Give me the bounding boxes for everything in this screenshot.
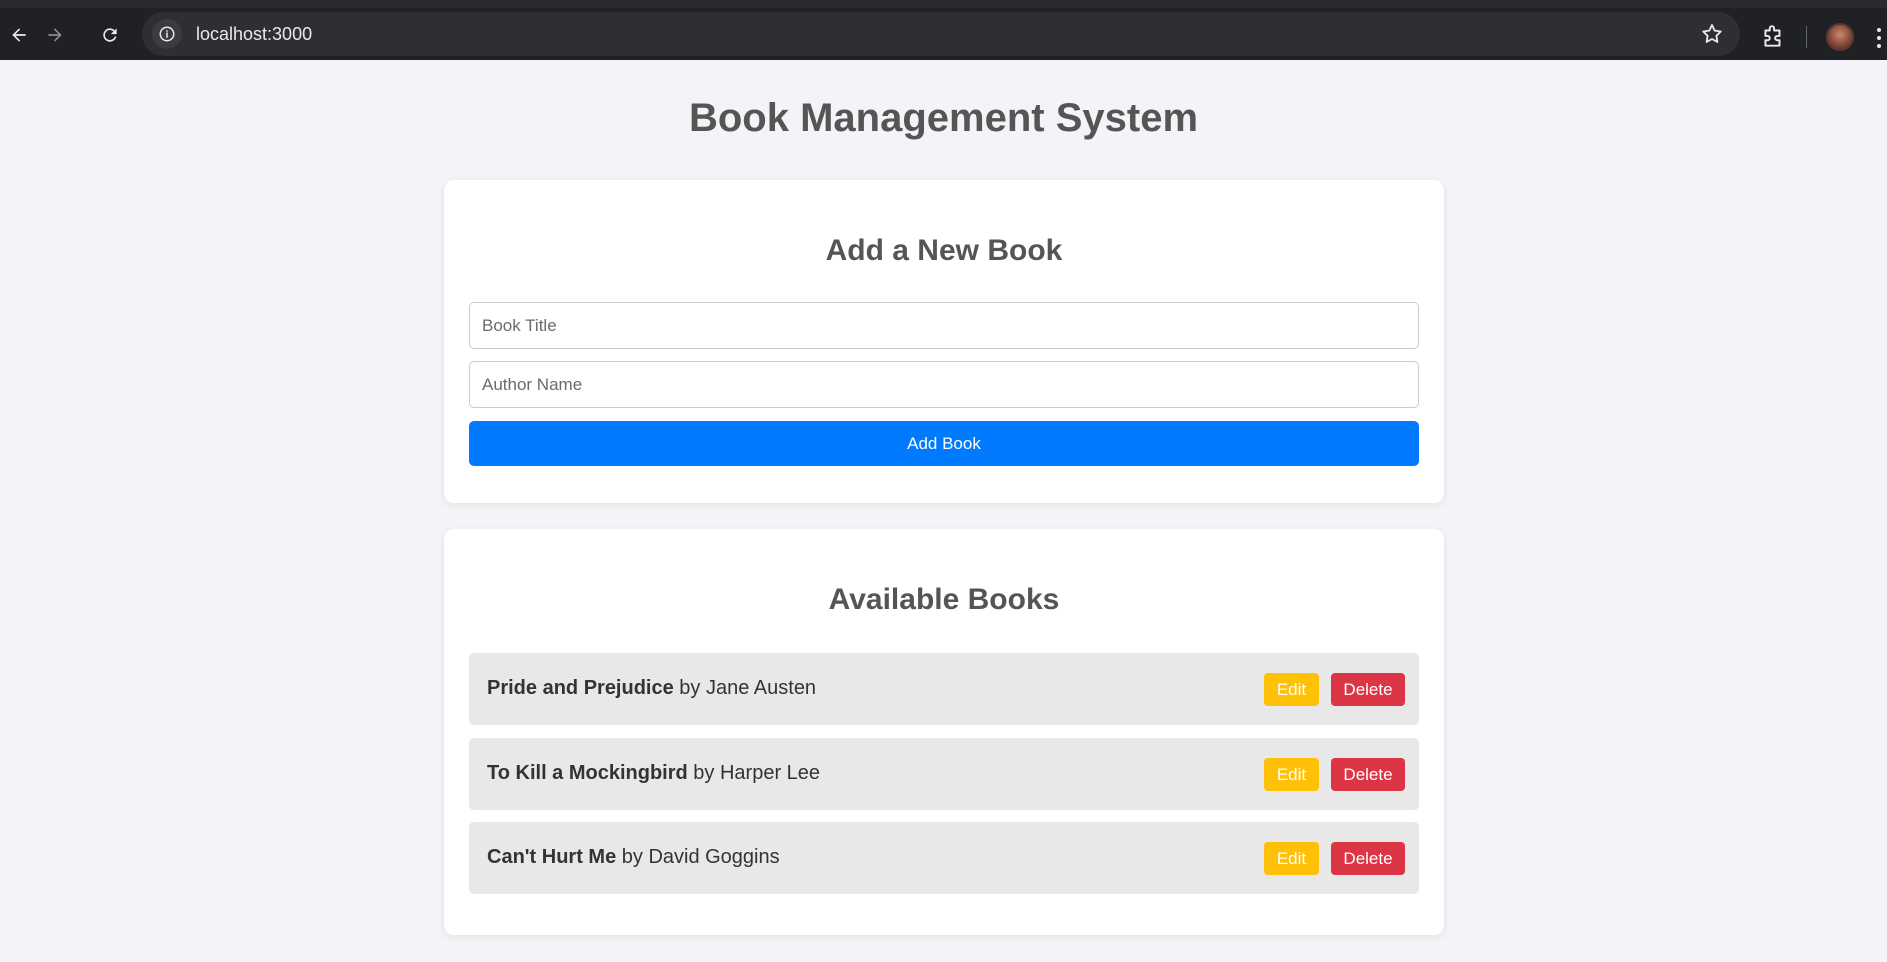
back-button[interactable] [2,18,36,52]
toolbar-divider [1806,26,1807,48]
edit-button[interactable]: Edit [1264,758,1319,791]
address-bar[interactable]: localhost:3000 [142,12,1740,56]
bookmark-star-icon[interactable] [1700,22,1724,46]
book-title: Pride and Prejudice [487,677,674,699]
book-list-item: Pride and Prejudice by Jane Austen Edit … [469,653,1419,725]
page-title: Book Management System [688,96,1199,140]
book-author: by Jane Austen [673,677,817,699]
book-entry-text: To Kill a Mockingbird by Harper Lee [487,762,820,785]
book-author: by Harper Lee [687,762,821,784]
book-title-input[interactable] [469,302,1419,349]
add-book-button[interactable]: Add Book [469,421,1419,466]
delete-button[interactable]: Delete [1331,842,1405,875]
author-name-input[interactable] [469,361,1419,408]
book-list-item: To Kill a Mockingbird by Harper Lee Edit… [469,738,1419,810]
page-content: Book Management System Add a New Book Ad… [0,60,1887,962]
available-books-card: Available Books Pride and Prejudice by J… [444,529,1444,935]
browser-toolbar: localhost:3000 [0,0,1887,60]
available-books-heading: Available Books [828,583,1060,616]
forward-button[interactable] [38,18,72,52]
book-author: by David Goggins [616,846,780,868]
kebab-menu-icon[interactable] [1874,26,1884,50]
edit-button[interactable]: Edit [1264,673,1319,706]
add-book-heading: Add a New Book [825,234,1063,267]
profile-avatar[interactable] [1826,23,1854,51]
book-title: To Kill a Mockingbird [487,762,688,784]
add-book-card: Add a New Book Add Book [444,180,1444,503]
url-text[interactable]: localhost:3000 [196,24,312,45]
arrow-left-icon [12,28,26,42]
delete-button[interactable]: Delete [1331,758,1405,791]
delete-button[interactable]: Delete [1331,673,1405,706]
book-entry-text: Pride and Prejudice by Jane Austen [487,677,816,700]
site-info-icon[interactable] [152,19,182,49]
arrow-right-icon [48,28,62,42]
reload-button[interactable] [93,18,127,52]
book-entry-text: Can't Hurt Me by David Goggins [487,846,780,869]
book-list-item: Can't Hurt Me by David Goggins Edit Dele… [469,822,1419,894]
extensions-puzzle-icon[interactable] [1760,24,1786,50]
book-title: Can't Hurt Me [487,846,617,868]
reload-icon [103,28,117,42]
edit-button[interactable]: Edit [1264,842,1319,875]
